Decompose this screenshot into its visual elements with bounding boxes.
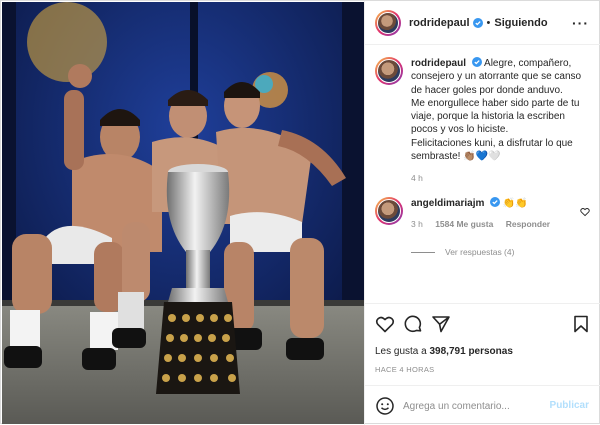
more-options-icon[interactable]: ··· (572, 15, 589, 31)
comment-composer: Publicar (365, 385, 600, 425)
instagram-post: rodridepaul • Siguiendo ··· rodridepaul … (0, 0, 600, 425)
likes-count: 398,791 (429, 346, 466, 357)
view-replies-label: Ver respuestas (4) (445, 247, 515, 257)
publish-button[interactable]: Publicar (550, 400, 589, 411)
emoji-icon[interactable] (375, 396, 395, 416)
verified-badge-icon (490, 197, 501, 207)
verified-badge-icon (471, 57, 482, 67)
bookmark-icon[interactable] (571, 314, 591, 334)
replies-divider (411, 251, 435, 253)
verified-badge-icon (472, 17, 483, 28)
reply-button[interactable]: Responder (506, 219, 550, 229)
following-button[interactable]: Siguiendo (494, 17, 547, 29)
likes-suffix: personas (468, 346, 513, 357)
post-side-panel: rodridepaul • Siguiendo ··· rodridepaul … (364, 1, 600, 425)
comment-body: angeldimariajm 👏👏 3 h 1584 Me gusta Resp… (411, 197, 581, 229)
send-icon[interactable] (431, 314, 451, 334)
post-header: rodridepaul • Siguiendo ··· (365, 1, 600, 45)
comment-time[interactable]: 3 h (411, 219, 423, 229)
post-time-ago[interactable]: HACE 4 HORAS (375, 365, 434, 374)
action-bar (365, 303, 600, 343)
likes-summary[interactable]: Les gusta a 398,791 personas (375, 346, 513, 357)
post-photo[interactable] (2, 2, 364, 424)
header-separator: • (486, 16, 491, 29)
comment-like-heart-icon[interactable] (580, 207, 590, 217)
caption-avatar[interactable] (375, 57, 403, 85)
author-username[interactable]: rodridepaul (409, 17, 470, 29)
comment-meta: 3 h 1584 Me gusta Responder (411, 219, 581, 229)
comment-icon[interactable] (403, 314, 423, 334)
comment-line: angeldimariajm 👏👏 (411, 197, 581, 211)
caption-text: rodridepaul Alegre, compañero, consejero… (411, 57, 593, 163)
commenter-username[interactable]: angeldimariajm (411, 198, 484, 209)
comment-row: angeldimariajm 👏👏 3 h 1584 Me gusta Resp… (375, 197, 597, 229)
caption: rodridepaul Alegre, compañero, consejero… (375, 57, 593, 163)
caption-author[interactable]: rodridepaul (411, 58, 466, 69)
commenter-avatar[interactable] (375, 197, 403, 225)
caption-emojis: 👏🏽💙🤍 (463, 151, 501, 163)
author-avatar[interactable] (375, 9, 401, 36)
comment-likes[interactable]: 1584 Me gusta (435, 219, 493, 229)
caption-line-2: Me enorgullece haber sido parte de tu vi… (411, 97, 580, 136)
comment-text: 👏👏 (502, 198, 528, 209)
likes-label: Les gusta a (375, 346, 427, 357)
view-replies-button[interactable]: Ver respuestas (4) (411, 247, 514, 257)
caption-time[interactable]: 4 h (411, 173, 423, 183)
heart-icon[interactable] (375, 314, 395, 334)
comment-input[interactable] (403, 396, 543, 416)
